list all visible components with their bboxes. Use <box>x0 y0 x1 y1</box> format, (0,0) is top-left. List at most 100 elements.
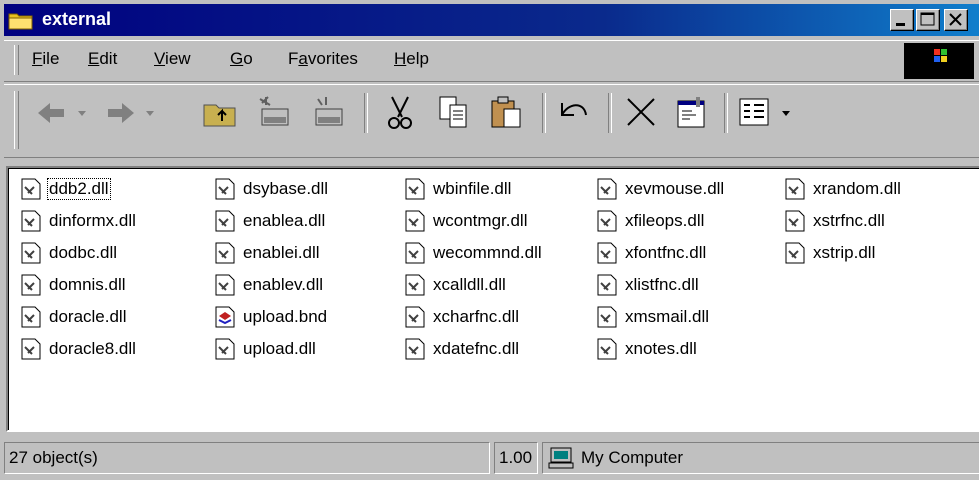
folder-icon <box>8 13 33 30</box>
dll-file-icon <box>215 338 235 360</box>
status-object-count: 27 object(s) <box>4 442 490 474</box>
file-name: xcharfnc.dll <box>433 307 519 326</box>
file-name: xmsmail.dll <box>625 307 710 326</box>
file-item[interactable]: xlistfnc.dll <box>596 272 700 298</box>
dll-file-icon <box>21 274 41 296</box>
toolbar-separator <box>608 93 612 133</box>
undo-icon <box>561 103 587 116</box>
file-item[interactable]: xcharfnc.dll <box>404 304 520 330</box>
file-item[interactable]: xstrip.dll <box>784 240 876 266</box>
file-item[interactable]: xevmouse.dll <box>596 176 725 202</box>
dll-file-icon <box>215 242 235 264</box>
file-item[interactable]: wbinfile.dll <box>404 176 512 202</box>
file-item[interactable]: upload.bnd <box>214 304 328 330</box>
paste-button[interactable] <box>488 93 528 133</box>
back-button[interactable] <box>34 93 96 133</box>
toolbar-grip[interactable] <box>14 91 19 149</box>
file-name: wecommnd.dll <box>433 243 542 262</box>
properties-button[interactable] <box>672 93 712 133</box>
file-name: domnis.dll <box>49 275 126 294</box>
file-list[interactable]: ddb2.dll dinformx.dll dodbc.dll domnis.d… <box>6 166 979 432</box>
windows-logo <box>904 43 974 79</box>
file-item[interactable]: xcalldll.dll <box>404 272 507 298</box>
file-item[interactable]: domnis.dll <box>20 272 127 298</box>
status-size: 1.00 <box>494 442 538 474</box>
menu-go[interactable]: Go <box>230 49 253 69</box>
file-name: enablev.dll <box>243 275 324 294</box>
menu-grip[interactable] <box>14 45 19 75</box>
file-name: dodbc.dll <box>49 243 118 262</box>
file-item[interactable]: dsybase.dll <box>214 176 329 202</box>
dll-file-icon <box>21 210 41 232</box>
dll-file-icon <box>405 210 425 232</box>
maximize-icon <box>920 12 935 26</box>
file-name: xlistfnc.dll <box>625 275 699 294</box>
disconnect-drive-button[interactable] <box>308 93 348 133</box>
dll-file-icon <box>405 178 425 200</box>
file-name: enablea.dll <box>243 211 326 230</box>
file-item[interactable]: enablev.dll <box>214 272 324 298</box>
file-item[interactable]: xstrfnc.dll <box>784 208 886 234</box>
back-icon <box>38 103 86 123</box>
dll-file-icon <box>21 178 41 200</box>
map-drive-button[interactable] <box>254 93 294 133</box>
file-name: enablei.dll <box>243 243 320 262</box>
menu-favorites[interactable]: Favorites <box>288 49 358 69</box>
menu-help[interactable]: Help <box>394 49 429 69</box>
maximize-button[interactable] <box>916 9 940 31</box>
file-item[interactable]: xfontfnc.dll <box>596 240 707 266</box>
file-item[interactable]: xnotes.dll <box>596 336 698 362</box>
file-item[interactable]: wecommnd.dll <box>404 240 543 266</box>
file-item[interactable]: wcontmgr.dll <box>404 208 528 234</box>
file-item[interactable]: upload.dll <box>214 336 317 362</box>
file-name: xfileops.dll <box>625 211 705 230</box>
title-bar[interactable]: external <box>4 4 979 36</box>
paste-icon <box>491 96 521 128</box>
file-item[interactable]: xfileops.dll <box>596 208 705 234</box>
dll-file-icon <box>215 178 235 200</box>
dll-file-icon <box>597 306 617 328</box>
file-item[interactable]: dinformx.dll <box>20 208 137 234</box>
dll-file-icon <box>597 274 617 296</box>
copy-button[interactable] <box>434 93 474 133</box>
forward-button[interactable] <box>102 93 164 133</box>
windows-logo-icon <box>934 49 947 62</box>
file-item[interactable]: enablea.dll <box>214 208 326 234</box>
file-name: doracle.dll <box>49 307 127 326</box>
cut-button[interactable] <box>380 93 420 133</box>
menu-view[interactable]: View <box>154 49 191 69</box>
menu-bar: File Edit View Go Favorites Help <box>4 40 979 82</box>
dll-file-icon <box>597 338 617 360</box>
file-item[interactable]: doracle.dll <box>20 304 128 330</box>
minimize-button[interactable] <box>890 9 914 31</box>
cut-icon <box>388 96 412 129</box>
delete-button[interactable] <box>622 93 662 133</box>
close-button[interactable] <box>944 9 968 31</box>
dll-file-icon <box>597 178 617 200</box>
file-name: xdatefnc.dll <box>433 339 519 358</box>
file-item[interactable]: dodbc.dll <box>20 240 118 266</box>
dll-file-icon <box>405 242 425 264</box>
dll-file-icon <box>21 306 41 328</box>
file-name: dsybase.dll <box>243 179 329 198</box>
menu-edit[interactable]: Edit <box>88 49 117 69</box>
toolbar <box>4 84 979 158</box>
zone-label: My Computer <box>581 448 684 467</box>
file-item[interactable]: xrandom.dll <box>784 176 902 202</box>
file-item[interactable]: doracle8.dll <box>20 336 137 362</box>
file-item[interactable]: xdatefnc.dll <box>404 336 520 362</box>
up-folder-button[interactable] <box>200 93 240 133</box>
explorer-window: external File Edit View Go Favorites Hel… <box>0 0 979 480</box>
file-item[interactable]: ddb2.dll <box>20 176 111 202</box>
dll-file-icon <box>21 242 41 264</box>
file-name: dinformx.dll <box>49 211 136 230</box>
undo-button[interactable] <box>554 93 594 133</box>
dll-file-icon <box>215 210 235 232</box>
file-item[interactable]: xmsmail.dll <box>596 304 710 330</box>
views-button[interactable] <box>738 93 808 133</box>
file-name: ddb2.dll <box>47 178 111 200</box>
toolbar-separator <box>724 93 728 133</box>
properties-icon <box>677 97 705 128</box>
menu-file[interactable]: File <box>32 49 59 69</box>
file-item[interactable]: enablei.dll <box>214 240 321 266</box>
